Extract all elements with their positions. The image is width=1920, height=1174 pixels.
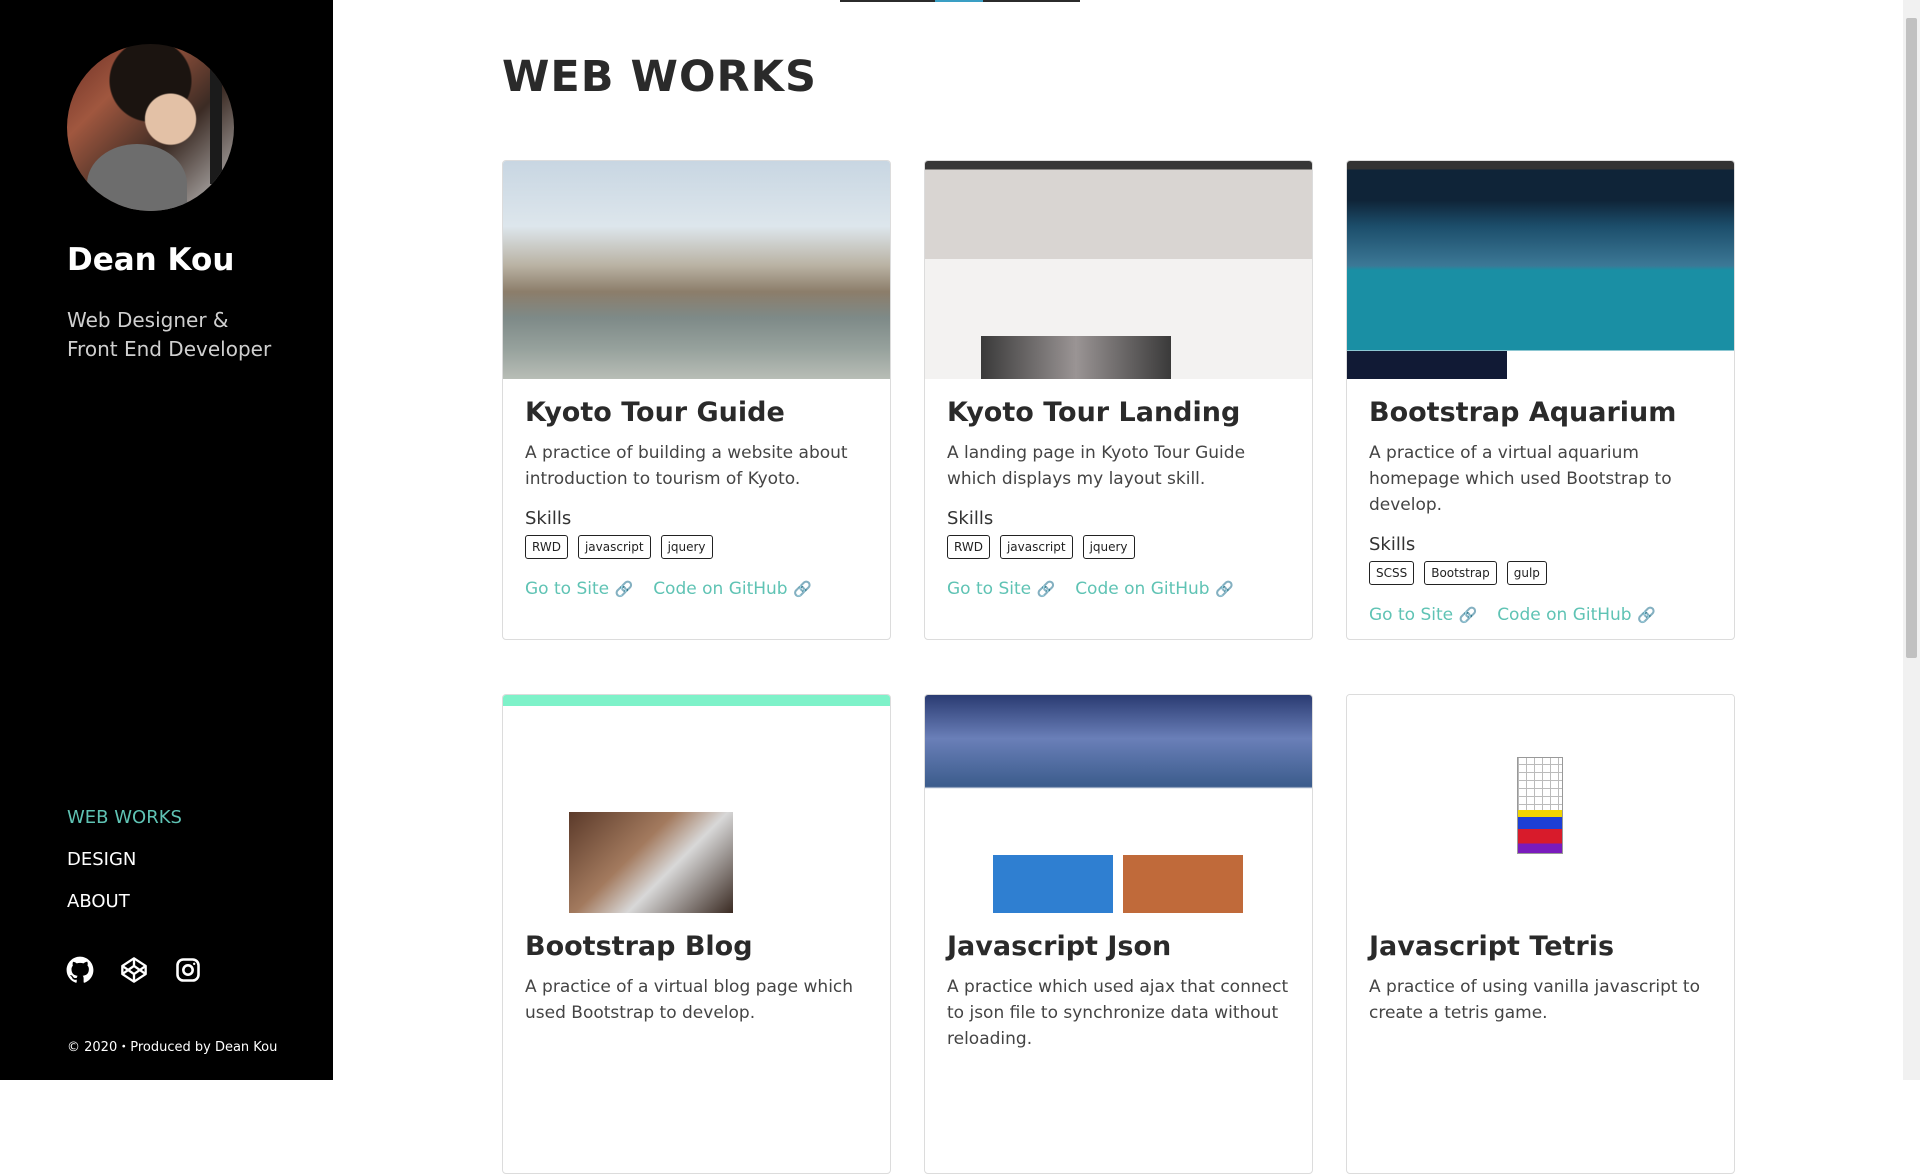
page-title: WEB WORKS <box>502 52 817 102</box>
link-icon: 🔗 <box>614 580 634 598</box>
go-to-site-link[interactable]: Go to Site 🔗 <box>947 579 1055 599</box>
skill-tags: RWD javascript jquery <box>525 535 868 559</box>
skill-tag: javascript <box>577 535 651 559</box>
nav-item-about[interactable]: ABOUT <box>67 890 182 932</box>
social-links <box>66 956 202 984</box>
card-title: Javascript Json <box>947 931 1172 962</box>
card-thumbnail[interactable] <box>925 161 1312 379</box>
instagram-icon[interactable] <box>174 956 202 984</box>
skill-tag: RWD <box>947 535 990 559</box>
footer-copyright: © 2020・Produced by Dean Kou <box>67 1040 278 1055</box>
card-description: A practice of a virtual aquarium homepag… <box>1369 443 1672 515</box>
card-title: Kyoto Tour Guide <box>525 397 785 428</box>
top-divider-accent <box>935 0 983 2</box>
link-icon: 🔗 <box>1458 606 1478 624</box>
go-to-site-link[interactable]: Go to Site 🔗 <box>1369 605 1477 625</box>
work-card: Bootstrap Blog A practice of a virtual b… <box>502 694 891 1174</box>
profile-name: Dean Kou <box>67 242 235 278</box>
profile-role: Web Designer & Front End Developer <box>67 306 307 364</box>
card-links: Go to Site 🔗 Code on GitHub 🔗 <box>525 579 868 599</box>
github-icon[interactable] <box>66 956 94 984</box>
skills-label: Skills <box>525 508 572 529</box>
card-description: A practice of building a website about i… <box>525 443 848 489</box>
card-thumbnail[interactable] <box>925 695 1312 913</box>
skill-tag: Bootstrap <box>1424 561 1497 585</box>
sidebar-nav: WEB WORKS DESIGN ABOUT <box>67 806 182 932</box>
skill-tag: javascript <box>999 535 1073 559</box>
codepen-icon[interactable] <box>120 956 148 984</box>
scrollbar-thumb[interactable] <box>1906 18 1917 658</box>
work-card: Javascript Tetris A practice of using va… <box>1346 694 1735 1174</box>
card-body: Kyoto Tour Landing A landing page in Kyo… <box>947 397 1290 599</box>
card-body: Kyoto Tour Guide A practice of building … <box>525 397 868 599</box>
card-description: A landing page in Kyoto Tour Guide which… <box>947 443 1246 489</box>
skill-tags: RWD javascript jquery <box>947 535 1290 559</box>
card-thumbnail[interactable] <box>1347 695 1734 913</box>
work-card: Bootstrap Aquarium A practice of a virtu… <box>1346 160 1735 640</box>
skill-tag: SCSS <box>1369 561 1415 585</box>
link-icon: 🔗 <box>1215 580 1234 598</box>
work-card: Kyoto Tour Guide A practice of building … <box>502 160 891 640</box>
skills-label: Skills <box>947 508 994 529</box>
card-title: Kyoto Tour Landing <box>947 397 1241 428</box>
card-body: Javascript Tetris A practice of using va… <box>1369 931 1712 1026</box>
go-to-site-label: Go to Site <box>525 579 610 599</box>
nav-item-web-works[interactable]: WEB WORKS <box>67 806 182 848</box>
card-title: Javascript Tetris <box>1369 931 1615 962</box>
go-to-site-label: Go to Site <box>1369 605 1454 625</box>
work-card: Kyoto Tour Landing A landing page in Kyo… <box>924 160 1313 640</box>
card-description: A practice of a virtual blog page which … <box>525 977 854 1023</box>
github-code-link[interactable]: Code on GitHub 🔗 <box>1497 605 1656 625</box>
skill-tag: gulp <box>1506 561 1547 585</box>
card-title: Bootstrap Aquarium <box>1369 397 1677 428</box>
link-icon: 🔗 <box>1036 580 1056 598</box>
skill-tag: jquery <box>1082 535 1135 559</box>
link-icon: 🔗 <box>1637 606 1656 624</box>
go-to-site-link[interactable]: Go to Site 🔗 <box>525 579 633 599</box>
github-code-link[interactable]: Code on GitHub 🔗 <box>653 579 812 599</box>
github-code-link[interactable]: Code on GitHub 🔗 <box>1075 579 1234 599</box>
skill-tags: SCSS Bootstrap gulp <box>1369 561 1712 585</box>
card-description: A practice which used ajax that connect … <box>947 977 1289 1049</box>
go-to-site-label: Go to Site <box>947 579 1032 599</box>
card-title: Bootstrap Blog <box>525 931 753 962</box>
card-body: Bootstrap Blog A practice of a virtual b… <box>525 931 868 1026</box>
card-links: Go to Site 🔗 Code on GitHub 🔗 <box>947 579 1290 599</box>
github-code-label: Code on GitHub <box>1497 605 1632 625</box>
skill-tag: RWD <box>525 535 568 559</box>
card-body: Javascript Json A practice which used aj… <box>947 931 1290 1052</box>
nav-item-design[interactable]: DESIGN <box>67 848 182 890</box>
card-thumbnail[interactable] <box>1347 161 1734 379</box>
work-card: Javascript Json A practice which used aj… <box>924 694 1313 1174</box>
github-code-label: Code on GitHub <box>653 579 788 599</box>
role-line-1: Web Designer & <box>67 308 229 332</box>
avatar <box>67 44 234 211</box>
skills-label: Skills <box>1369 534 1416 555</box>
role-line-2: Front End Developer <box>67 337 272 361</box>
skill-tag: jquery <box>660 535 713 559</box>
github-code-label: Code on GitHub <box>1075 579 1210 599</box>
link-icon: 🔗 <box>793 580 812 598</box>
card-links: Go to Site 🔗 Code on GitHub 🔗 <box>1369 605 1712 625</box>
card-thumbnail[interactable] <box>503 695 890 913</box>
sidebar: Dean Kou Web Designer & Front End Develo… <box>0 0 333 1080</box>
card-thumbnail[interactable] <box>503 161 890 379</box>
card-body: Bootstrap Aquarium A practice of a virtu… <box>1369 397 1712 625</box>
tetris-preview <box>1517 757 1563 854</box>
card-description: A practice of using vanilla javascript t… <box>1369 977 1700 1023</box>
